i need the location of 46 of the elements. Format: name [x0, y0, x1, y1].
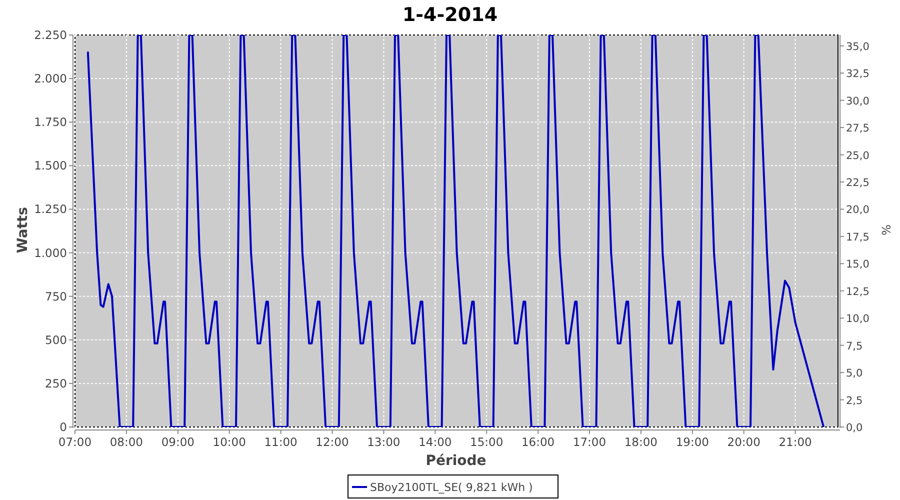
- tick-label: 32,5: [846, 68, 870, 80]
- tick-label: 30,0: [846, 95, 870, 108]
- tick-label: 1.250: [34, 202, 67, 216]
- tick-label: 0,0: [846, 422, 863, 434]
- tick-label: 35,0: [846, 40, 870, 53]
- tick-label: 1.000: [34, 246, 67, 260]
- tick-label: 19:00: [676, 435, 709, 449]
- tick-label: 7,5: [846, 340, 863, 352]
- axis-label: Période: [426, 453, 486, 469]
- tick-label: 250: [45, 376, 67, 390]
- tick-label: 1.750: [34, 115, 67, 130]
- tick-label: 25,0: [846, 150, 870, 162]
- tick-label: 10,0: [846, 313, 870, 326]
- tick-label: 18:00: [624, 435, 658, 449]
- tick-label: 21:00: [778, 435, 812, 449]
- tick-label: 16:00: [521, 435, 555, 449]
- tick-label: 17,5: [846, 231, 870, 244]
- tick-label: 1.500: [34, 158, 67, 173]
- tick-label: 14:00: [418, 435, 452, 449]
- tick-label: 13:00: [367, 435, 400, 449]
- tick-label: 500: [45, 332, 67, 347]
- tick-label: 15,0: [846, 258, 870, 271]
- tick-label: 0: [60, 420, 67, 434]
- tick-label: 09:00: [161, 435, 194, 449]
- tick-label: 07:00: [58, 435, 92, 449]
- axis-label: Watts: [15, 206, 31, 254]
- tick-label: 15:00: [470, 435, 504, 449]
- tick-label: 10:00: [212, 435, 246, 449]
- tick-label: 17:00: [572, 435, 606, 449]
- tick-label: 12,5: [846, 286, 870, 298]
- tick-label: 750: [45, 289, 67, 304]
- tick-label: 12:00: [316, 435, 349, 449]
- tick-label: 08:00: [110, 435, 144, 449]
- axis-label: %: [879, 224, 893, 236]
- tick-label: 20:00: [727, 435, 760, 449]
- tick-label: 2.250: [34, 28, 67, 42]
- tick-label: 2,5: [846, 394, 863, 407]
- chart-title: 1-4-2014: [402, 4, 498, 26]
- tick-label: 5,0: [846, 368, 863, 380]
- tick-label: 22,5: [846, 177, 870, 189]
- tick-label: 20,0: [846, 204, 870, 216]
- legend-line-icon: [352, 486, 367, 488]
- tick-label: 11:00: [264, 435, 298, 449]
- tick-label: 2.000: [34, 72, 67, 86]
- tick-label: 27,5: [846, 122, 870, 135]
- legend-label: SBoy2100TL_SE( 9,821 kWh ): [370, 481, 533, 494]
